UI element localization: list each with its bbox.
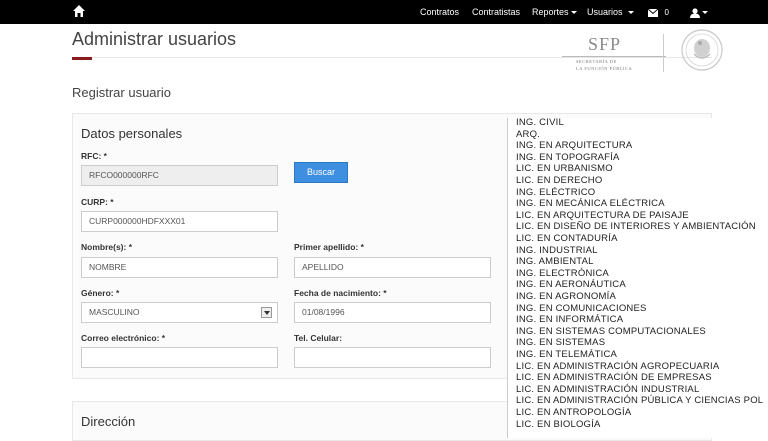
- dropdown-option[interactable]: ING. ELECTRÓNICA: [516, 268, 609, 279]
- email-field[interactable]: [81, 347, 278, 368]
- dropdown-option[interactable]: ING. EN MECÁNICA ELÉCTRICA: [516, 198, 665, 209]
- caret-down-icon: [702, 11, 708, 15]
- user-icon: [690, 8, 700, 18]
- dropdown-option[interactable]: ARQ.: [516, 129, 540, 140]
- nav-usuarios-label: Usuarios: [587, 7, 623, 17]
- nav-contratos[interactable]: Contratos: [420, 0, 459, 24]
- nav-contratistas[interactable]: Contratistas: [472, 0, 520, 24]
- genero-selected-value: MASCULINO: [89, 307, 140, 317]
- dropdown-option[interactable]: ING. EN ARQUITECTURA: [516, 140, 632, 151]
- rfc-field[interactable]: RFCO000000RFC: [81, 165, 278, 186]
- curp-field[interactable]: CURP000000HDFXXX01: [81, 211, 278, 232]
- dropdown-option[interactable]: LIC. EN CONTADURÍA: [516, 233, 618, 244]
- dropdown-option[interactable]: ING. EN AGRONOMÍA: [516, 291, 616, 302]
- dropdown-option[interactable]: ING. EN TOPOGRAFÍA: [516, 152, 620, 163]
- nav-contratos-label: Contratos: [420, 7, 460, 17]
- sfp-logo-line2: LA FUNCIÓN PÚBLICA: [576, 66, 633, 71]
- nombre-label: Nombre(s): *: [81, 242, 133, 252]
- phone-field[interactable]: [294, 347, 491, 368]
- top-navbar: Contratos Contratistas Reportes Usuarios…: [0, 0, 768, 24]
- nav-usuarios[interactable]: Usuarios: [587, 0, 634, 24]
- nav-reportes[interactable]: Reportes: [532, 0, 577, 24]
- dropdown-option[interactable]: LIC. EN ADMINISTRACIÓN AGROPECUARIA: [516, 361, 719, 372]
- fecha-field[interactable]: 01/08/1996: [294, 302, 491, 323]
- dropdown-option[interactable]: ING. EN COMUNICACIONES: [516, 303, 647, 314]
- nombre-field[interactable]: NOMBRE: [81, 257, 278, 278]
- sfp-logo-text: SFP: [588, 34, 622, 54]
- envelope-icon: [647, 8, 659, 17]
- nav-contratistas-label: Contratistas: [472, 7, 521, 17]
- dropdown-option[interactable]: LIC. EN ADMINISTRACIÓN DE EMPRESAS: [516, 372, 712, 383]
- dropdown-option[interactable]: ING. INDUSTRIAL: [516, 245, 598, 256]
- dropdown-option[interactable]: ING. EN SISTEMAS COMPUTACIONALES: [516, 326, 706, 337]
- sfp-logo-line1: SECRETARÍA DE: [576, 59, 617, 64]
- sfp-logo: SFP SECRETARÍA DE LA FUNCIÓN PÚBLICA: [556, 34, 666, 74]
- nav-user-menu[interactable]: [690, 0, 708, 24]
- curp-label: CURP: *: [81, 197, 114, 207]
- dropdown-option[interactable]: LIC. EN URBANISMO: [516, 163, 613, 174]
- genero-label: Género: *: [81, 288, 120, 298]
- caret-down-icon: [627, 11, 634, 15]
- dropdown-option[interactable]: LIC. EN ADMINISTRACIÓN INDUSTRIAL: [516, 384, 699, 395]
- correo-label: Correo electrónico: *: [81, 333, 166, 343]
- dropdown-option[interactable]: LIC. EN ARQUITECTURA DE PAISAJE: [516, 210, 689, 221]
- dropdown-option[interactable]: ING. EN SISTEMAS: [516, 337, 605, 348]
- dropdown-option[interactable]: LIC. EN ADMINISTRACIÓN PÚBLICA Y CIENCIA…: [516, 395, 763, 406]
- dropdown-option[interactable]: ING. AMBIENTAL: [516, 256, 594, 267]
- dropdown-option[interactable]: ING. CIVIL: [516, 118, 564, 128]
- personal-data-title: Datos personales: [81, 126, 183, 141]
- address-title: Dirección: [81, 414, 136, 429]
- nav-reportes-label: Reportes: [532, 7, 569, 17]
- sfp-logo-rule: [562, 56, 666, 57]
- message-count: 0: [664, 8, 669, 17]
- title-accent-bar: [72, 57, 92, 60]
- nav-messages[interactable]: 0: [647, 0, 669, 24]
- dropdown-option[interactable]: ING. EN AERONÁUTICA: [516, 279, 626, 290]
- section-title: Registrar usuario: [72, 85, 171, 100]
- tel-label: Tel. Celular:: [294, 333, 343, 343]
- dropdown-option[interactable]: ING. EN TELEMÁTICA: [516, 349, 617, 360]
- genero-select[interactable]: MASCULINO: [81, 302, 278, 323]
- logo-divider: [663, 34, 664, 72]
- dropdown-option[interactable]: LIC. EN DISEÑO DE INTERIORES Y AMBIENTAC…: [516, 221, 756, 232]
- career-dropdown-list[interactable]: ING. CIVIL ARQ. ING. EN ARQUITECTURA ING. E…: [507, 118, 768, 438]
- dropdown-option[interactable]: LIC. EN ANTROPOLOGÍA: [516, 407, 631, 418]
- rfc-label: RFC: *: [81, 151, 107, 161]
- search-button[interactable]: Buscar: [294, 162, 348, 183]
- fecha-label: Fecha de nacimiento: *: [294, 288, 387, 298]
- dropdown-option[interactable]: LIC. EN DERECHO: [516, 175, 602, 186]
- apellido-field[interactable]: APELLIDO: [294, 257, 491, 278]
- chevron-down-icon[interactable]: [261, 307, 272, 318]
- page-title: Administrar usuarios: [72, 29, 237, 49]
- home-icon[interactable]: [72, 4, 86, 18]
- caret-down-icon: [570, 11, 577, 15]
- dropdown-option[interactable]: LIC. EN BIOLOGÍA: [516, 419, 601, 430]
- dropdown-option[interactable]: ING. ELÉCTRICO: [516, 187, 595, 198]
- national-seal-icon: [681, 29, 723, 71]
- dropdown-option[interactable]: ING. EN INFORMÁTICA: [516, 314, 623, 325]
- apellido-label: Primer apellido: *: [294, 242, 364, 252]
